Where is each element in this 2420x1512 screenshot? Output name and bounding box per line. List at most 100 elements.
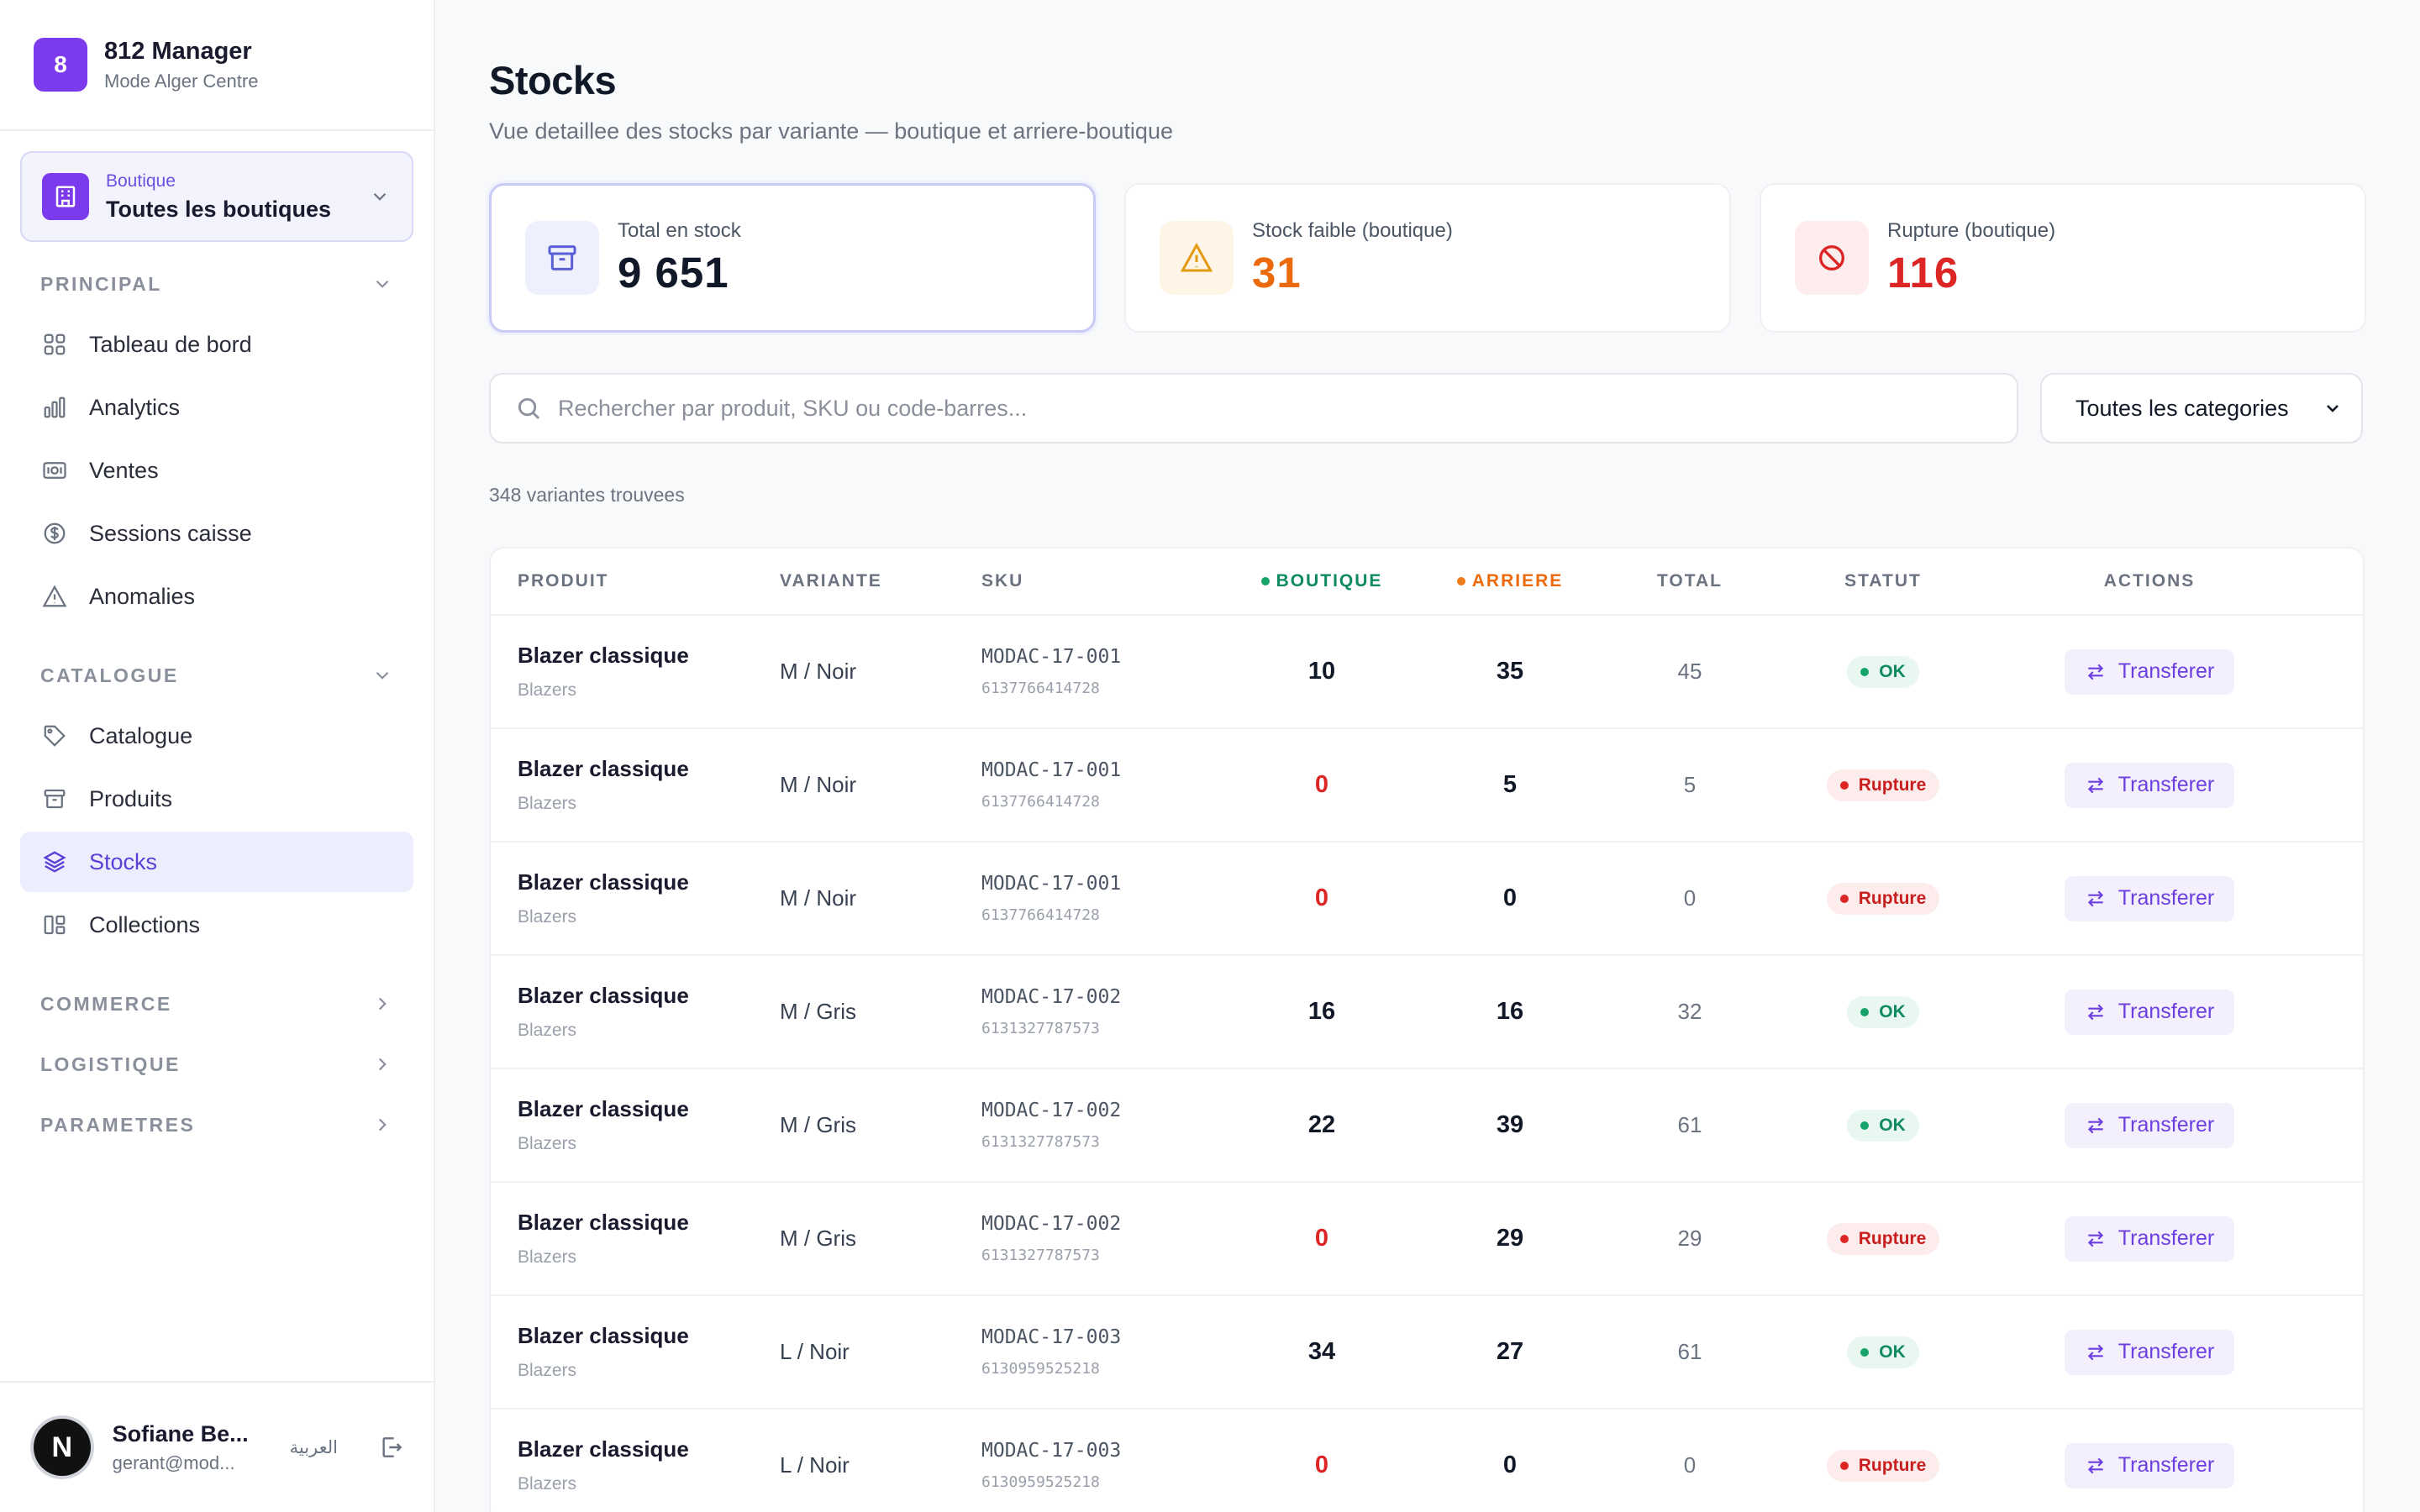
col-header-sku[interactable]: SKU <box>981 571 1242 591</box>
total-qty: 45 <box>1677 659 1702 684</box>
status-dot-icon <box>1839 1234 1849 1243</box>
language-switch[interactable]: العربية <box>290 1437 338 1458</box>
status-badge: OK <box>1847 1336 1919 1368</box>
product-name: Blazer classique <box>518 1323 689 1348</box>
status-dot-icon <box>1839 894 1849 903</box>
section-parametres[interactable]: PARAMETRES <box>20 1095 413 1155</box>
total-qty: 61 <box>1677 1112 1702 1137</box>
search-input[interactable] <box>558 395 1902 422</box>
chevron-down-icon <box>368 185 392 208</box>
status-label: Rupture <box>1858 1228 1927 1248</box>
table-row[interactable]: Blazer classique Blazers M / Gris MODAC-17-… <box>491 1069 2363 1183</box>
barcode: 6130959525218 <box>981 1360 1100 1378</box>
col-header-total[interactable]: TOTAL <box>1618 571 1761 591</box>
table-row[interactable]: Blazer classique Blazers M / Noir MODAC-17-… <box>491 616 2363 729</box>
table-row[interactable]: Blazer classique Blazers M / Gris MODAC-17-… <box>491 956 2363 1069</box>
sidebar-item-tableau-de-bord[interactable]: Tableau de bord <box>20 314 413 375</box>
chevron-right-icon <box>378 1118 387 1131</box>
brand-subtitle: Mode Alger Centre <box>104 70 259 92</box>
chevron-down-icon <box>2327 405 2338 412</box>
status-dot-icon <box>1839 1461 1849 1470</box>
section-catalogue[interactable]: CATALOGUE <box>20 645 413 706</box>
variant: L / Noir <box>780 1452 850 1478</box>
user-bar: N Sofiane Be... gerant@mod... العربية <box>0 1381 435 1512</box>
sidebar-item-anomalies[interactable]: Anomalies <box>20 566 413 627</box>
sidebar-item-produits[interactable]: Produits <box>20 769 413 829</box>
chevron-right-icon <box>378 997 387 1011</box>
user-email: gerant@mod... <box>112 1452 235 1473</box>
ban-icon <box>1795 221 1869 295</box>
transfer-button[interactable]: Transferer <box>2064 762 2235 808</box>
variant: M / Noir <box>780 885 856 911</box>
app: 8 812 Manager Mode Alger Centre Boutique… <box>0 0 2420 1512</box>
avatar[interactable]: N <box>30 1415 94 1479</box>
status-label: Rupture <box>1858 1455 1927 1475</box>
sidebar-item-analytics[interactable]: Analytics <box>20 377 413 438</box>
status-badge: Rupture <box>1826 882 1940 915</box>
sidebar-item-label: Anomalies <box>89 583 196 609</box>
transfer-button[interactable]: Transferer <box>2064 989 2235 1035</box>
layers-icon <box>40 848 69 876</box>
archive-icon <box>40 785 69 813</box>
transfer-button[interactable]: Transferer <box>2064 1442 2235 1488</box>
grid-icon <box>40 330 69 359</box>
banknote-icon <box>40 456 69 485</box>
collections-icon <box>40 911 69 939</box>
archive-icon <box>525 221 599 295</box>
section-commerce[interactable]: COMMERCE <box>20 974 413 1034</box>
stat-label: Rupture (boutique) <box>1887 218 2056 242</box>
table-row[interactable]: Blazer classique Blazers M / Gris MODAC-17-… <box>491 1183 2363 1296</box>
sidebar-item-ventes[interactable]: Ventes <box>20 440 413 501</box>
product-name: Blazer classique <box>518 1210 689 1235</box>
product-name: Blazer classique <box>518 869 689 895</box>
status-dot-icon <box>1860 1121 1870 1130</box>
transfer-button[interactable]: Transferer <box>2064 648 2235 695</box>
table-row[interactable]: Blazer classique Blazers L / Noir MODAC-17-… <box>491 1296 2363 1410</box>
sidebar-item-stocks[interactable]: Stocks <box>20 832 413 892</box>
table-row[interactable]: Blazer classique Blazers M / Noir MODAC-17-… <box>491 729 2363 843</box>
sku: MODAC-17-002 <box>981 1100 1122 1121</box>
total-qty: 5 <box>1683 772 1697 797</box>
stat-card-low-stock[interactable]: Stock faible (boutique) 31 <box>1124 183 1731 333</box>
col-header-statut[interactable]: STATUT <box>1761 571 2005 591</box>
product-name: Blazer classique <box>518 756 689 781</box>
status-badge: OK <box>1847 1109 1919 1142</box>
search-box[interactable] <box>489 373 2018 444</box>
stat-card-rupture[interactable]: Rupture (boutique) 116 <box>1760 183 2366 333</box>
stat-card-total[interactable]: Total en stock 9 651 <box>489 183 1096 333</box>
total-qty: 0 <box>1683 1452 1697 1478</box>
status-dot-icon <box>1839 780 1849 790</box>
sidebar-item-collections[interactable]: Collections <box>20 895 413 955</box>
brand[interactable]: 8 812 Manager Mode Alger Centre <box>0 0 434 131</box>
total-qty: 0 <box>1683 885 1697 911</box>
transfer-button[interactable]: Transferer <box>2064 875 2235 921</box>
col-header-arriere[interactable]: ARRIERE <box>1402 571 1618 591</box>
transfer-button[interactable]: Transferer <box>2064 1215 2235 1262</box>
product-name: Blazer classique <box>518 1436 689 1462</box>
sidebar-item-catalogue[interactable]: Catalogue <box>20 706 413 766</box>
warning-icon <box>40 582 69 611</box>
sidebar-item-sessions-caisse[interactable]: Sessions caisse <box>20 503 413 564</box>
logout-icon[interactable] <box>378 1434 405 1461</box>
barcode: 6131327787573 <box>981 1247 1100 1264</box>
arriere-qty: 0 <box>1502 1452 1518 1478</box>
section-logistique[interactable]: LOGISTIQUE <box>20 1034 413 1095</box>
table-row[interactable]: Blazer classique Blazers L / Noir MODAC-17-… <box>491 1410 2363 1512</box>
col-header-variante[interactable]: VARIANTE <box>780 571 981 591</box>
stat-label: Total en stock <box>618 218 741 242</box>
transfer-label: Transferer <box>2118 1453 2215 1477</box>
table-row[interactable]: Blazer classique Blazers M / Noir MODAC-17-… <box>491 843 2363 956</box>
section-principal[interactable]: PRINCIPAL <box>20 254 413 314</box>
sidebar-item-label: Collections <box>89 911 201 937</box>
barcode: 6130959525218 <box>981 1473 1100 1491</box>
transfer-button[interactable]: Transferer <box>2064 1102 2235 1148</box>
category-select[interactable]: Toutes les categories <box>2040 373 2363 444</box>
store-selector[interactable]: Boutique Toutes les boutiques <box>20 151 413 242</box>
boutique-qty: 34 <box>1307 1338 1336 1365</box>
col-header-boutique[interactable]: BOUTIQUE <box>1242 571 1402 591</box>
total-qty: 61 <box>1677 1339 1702 1364</box>
table-header: PRODUIT VARIANTE SKU BOUTIQUE ARRIERE TO… <box>491 549 2363 616</box>
col-header-produit[interactable]: PRODUIT <box>491 571 780 591</box>
transfer-button[interactable]: Transferer <box>2064 1329 2235 1375</box>
swap-arrows-icon <box>2087 1117 2103 1133</box>
